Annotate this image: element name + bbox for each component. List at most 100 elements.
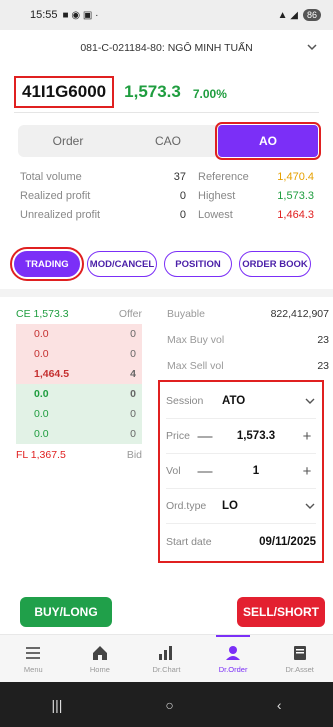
minus-icon[interactable]: —: [196, 428, 214, 445]
symbol-price: 1,573.3: [124, 82, 181, 101]
status-bar: 15:55 ■ ◉ ▣ · ▲ ◢ 86: [0, 0, 333, 30]
price-input[interactable]: 1,573.3: [214, 430, 298, 442]
tab-chart[interactable]: Dr.Chart: [133, 635, 200, 682]
symbol-header: 41I1G6000 1,573.3 7.00%: [14, 72, 319, 112]
system-nav-bar: ||| ○ ‹: [0, 682, 333, 727]
tab-mod-cancel[interactable]: MOD/CANCEL: [87, 251, 157, 277]
ordtype-select[interactable]: LO: [218, 500, 316, 512]
session-row: Session ATO: [166, 384, 316, 419]
tab-menu-label: Menu: [23, 664, 43, 674]
session-select[interactable]: ATO: [218, 395, 316, 407]
stats-row: Total volume 37 Reference 1,470.4: [20, 167, 320, 186]
ask-price: 0.0: [34, 348, 49, 360]
ordtype-value: LO: [222, 500, 238, 512]
ordtype-row: Ord.type LO: [166, 489, 316, 524]
lowest-value: 1,464.3: [277, 208, 314, 221]
status-time: 15:55: [30, 9, 58, 21]
plus-icon[interactable]: +: [298, 428, 316, 445]
chevron-down-icon: [305, 398, 315, 404]
symbol-change-pct: 7.00%: [192, 87, 227, 101]
vol-input[interactable]: 1: [214, 465, 298, 477]
reference-value: 1,470.4: [277, 170, 314, 183]
unrealized-profit-label: Unrealized profit: [20, 208, 101, 221]
ask-qty: 0: [130, 328, 136, 340]
vol-label: Vol: [166, 465, 181, 477]
bid-price: 0.0: [34, 428, 49, 440]
tab-trading[interactable]: TRADING: [10, 247, 84, 281]
price-label: Price: [166, 430, 190, 442]
chart-icon: [159, 645, 173, 660]
realized-profit-label: Realized profit: [20, 189, 91, 202]
floor-price: FL 1,367.5: [16, 449, 66, 461]
tab-ao[interactable]: AO: [215, 122, 321, 160]
tab-order-book[interactable]: ORDER BOOK: [239, 251, 311, 277]
stats-row: Unrealized profit 0 Lowest 1,464.3: [20, 205, 320, 224]
chevron-down-icon: [305, 503, 315, 509]
recents-icon[interactable]: |||: [51, 697, 62, 713]
minus-icon[interactable]: —: [196, 463, 214, 480]
section-divider: [0, 289, 333, 297]
buy-long-button[interactable]: BUY/LONG: [20, 597, 112, 627]
tab-order-nav[interactable]: Dr.Order: [200, 635, 267, 682]
ask-qty: 4: [130, 368, 136, 380]
info-row: Max Buy vol 23: [167, 330, 329, 350]
order-icon: [226, 645, 241, 660]
active-indicator: [216, 635, 251, 637]
buyable-label: Buyable: [167, 308, 205, 320]
stats-row: Realized profit 0 Highest 1,573.3: [20, 186, 320, 205]
price-row: Price — 1,573.3 +: [166, 419, 316, 454]
bid-qty: 0: [130, 388, 136, 400]
buyable-value: 822,412,907: [270, 308, 329, 320]
bid-qty: 0: [130, 408, 136, 420]
signal-icon: ▲ ◢: [277, 9, 298, 21]
bid-row[interactable]: 0.0 0: [16, 384, 142, 404]
session-label: Session: [166, 395, 204, 407]
session-value: ATO: [222, 395, 246, 407]
info-row: Buyable 822,412,907: [167, 304, 329, 324]
bid-row[interactable]: 0.0 0: [16, 424, 142, 444]
notification-icons: ■ ◉ ▣ ·: [62, 9, 99, 21]
highest-label: Highest: [198, 189, 236, 202]
ask-row[interactable]: 0.0 0: [16, 324, 142, 344]
bid-row[interactable]: 0.0 0: [16, 404, 142, 424]
order-form: Session ATO Price — 1,573.3 + Vol — 1 + …: [158, 380, 324, 563]
back-icon[interactable]: ‹: [277, 697, 282, 713]
trading-subtabs: TRADING MOD/CANCEL POSITION ORDER BOOK: [10, 247, 324, 281]
tab-cao[interactable]: CAO: [118, 125, 218, 157]
startdate-input[interactable]: 09/11/2025: [218, 536, 316, 548]
reference-label: Reference: [198, 170, 249, 183]
bottom-tab-bar: Menu Home Dr.Chart Dr.Order Dr.Asset: [0, 634, 333, 682]
home-circle-icon[interactable]: ○: [165, 697, 173, 713]
tab-order[interactable]: Order: [18, 125, 118, 157]
order-book-depth: CE 1,573.3 Offer 0.0 0 0.0 0 1,464.5 4 0…: [16, 304, 142, 466]
tab-asset[interactable]: Dr.Asset: [266, 635, 333, 682]
lowest-label: Lowest: [198, 208, 233, 221]
bid-label: Bid: [126, 449, 142, 461]
tab-order-label: Dr.Order: [218, 664, 248, 674]
tab-position[interactable]: POSITION: [164, 251, 232, 277]
book-footer: FL 1,367.5 Bid: [16, 444, 142, 466]
sell-short-button[interactable]: SELL/SHORT: [237, 597, 325, 627]
tab-home[interactable]: Home: [67, 635, 134, 682]
symbol-divider: [14, 112, 319, 113]
plus-icon[interactable]: +: [298, 463, 316, 480]
startdate-label: Start date: [166, 535, 212, 548]
ask-qty: 0: [130, 348, 136, 360]
bid-price: 0.0: [34, 388, 49, 400]
bid-qty: 0: [130, 428, 136, 440]
account-label: 081-C-021184-80: NGÔ MINH TUẤN: [80, 42, 253, 54]
vol-row: Vol — 1 +: [166, 454, 316, 489]
ask-row[interactable]: 1,464.5 4: [16, 364, 142, 384]
tab-menu[interactable]: Menu: [0, 635, 67, 682]
chevron-down-icon: [307, 44, 317, 51]
max-sell-label: Max Sell vol: [167, 360, 224, 372]
total-volume-label: Total volume: [20, 170, 82, 183]
startdate-row: Start date 09/11/2025: [166, 524, 316, 559]
account-selector[interactable]: 081-C-021184-80: NGÔ MINH TUẤN: [0, 30, 333, 66]
menu-icon: [26, 646, 41, 659]
home-icon: [92, 645, 107, 660]
tab-home-label: Home: [89, 664, 110, 674]
ask-row[interactable]: 0.0 0: [16, 344, 142, 364]
symbol-code[interactable]: 41I1G6000: [14, 76, 115, 108]
total-volume-value: 37: [173, 170, 186, 183]
